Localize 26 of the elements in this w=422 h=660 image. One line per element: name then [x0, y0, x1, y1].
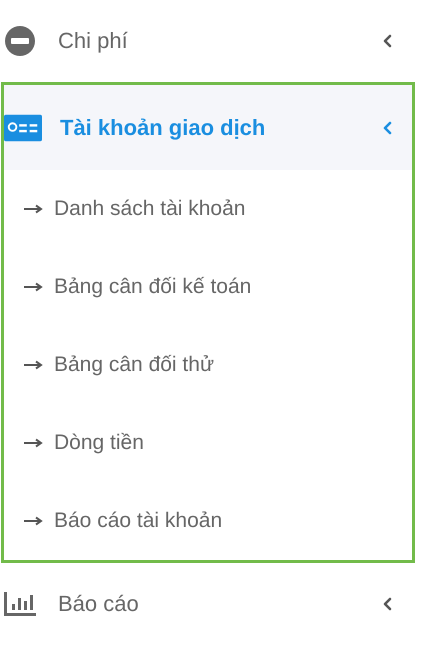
submenu-label: Dòng tiền: [54, 431, 144, 455]
submenu-item[interactable]: Dòng tiền: [4, 404, 412, 482]
submenu-item[interactable]: Bảng cân đối thử: [4, 326, 412, 404]
menu-label: Tài khoản giao dịch: [60, 114, 266, 140]
submenu-item[interactable]: Danh sách tài khoản: [4, 170, 412, 248]
submenu-item[interactable]: Báo cáo tài khoản: [4, 482, 412, 560]
arrow-icon: [24, 204, 44, 214]
menu-item[interactable]: Chi phí: [4, 3, 412, 79]
submenu-label: Bảng cân đối thử: [54, 353, 214, 377]
chevron-icon: [382, 120, 392, 134]
chevron-icon: [382, 597, 392, 611]
card-icon: [4, 114, 42, 142]
chevron-icon: [382, 34, 392, 48]
menu-item[interactable]: Tài khoản giao dịch: [4, 85, 412, 170]
arrow-icon: [24, 516, 44, 526]
arrow-icon: [24, 438, 44, 448]
submenu-label: Bảng cân đối kế toán: [54, 275, 252, 299]
minus-circle-icon: [4, 25, 36, 57]
arrow-icon: [24, 360, 44, 370]
submenu-item[interactable]: Bảng cân đối kế toán: [4, 248, 412, 326]
menu-item[interactable]: Báo cáo: [4, 566, 412, 642]
submenu-label: Danh sách tài khoản: [54, 197, 246, 221]
arrow-icon: [24, 282, 44, 292]
submenu-label: Báo cáo tài khoản: [54, 509, 222, 533]
menu-label: Báo cáo: [58, 591, 140, 617]
menu-label: Chi phí: [58, 28, 129, 54]
